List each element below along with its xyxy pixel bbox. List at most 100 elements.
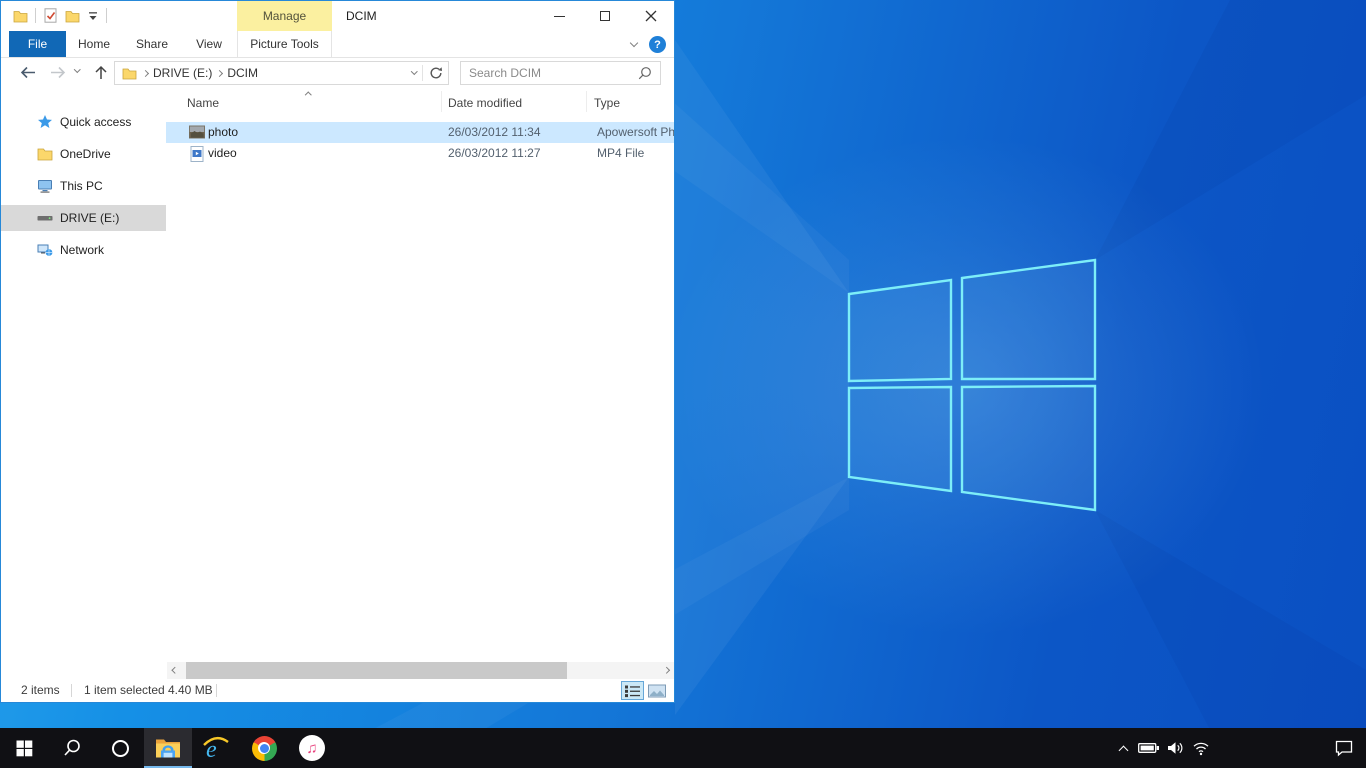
- close-icon: [645, 10, 657, 22]
- sidebar-item-label: Quick access: [60, 115, 131, 129]
- sidebar-item-label: DRIVE (E:): [60, 211, 119, 225]
- breadcrumb-drive[interactable]: DRIVE (E:): [148, 62, 217, 84]
- file-explorer-icon: [155, 738, 181, 759]
- sidebar-item-label: OneDrive: [60, 147, 111, 161]
- item-count: 2 items: [21, 679, 60, 702]
- tab-file[interactable]: File: [9, 31, 66, 57]
- drive-icon: [37, 210, 53, 226]
- chevron-right-icon: [663, 667, 669, 673]
- internet-explorer-icon: e: [202, 734, 230, 762]
- file-type: Apowersoft Pho: [597, 122, 674, 143]
- titlebar: Manage DCIM: [1, 1, 674, 31]
- volume-icon: [1167, 741, 1184, 755]
- minimize-icon: [554, 16, 565, 17]
- chrome-icon: [252, 736, 277, 761]
- column-header-date-modified[interactable]: Date modified: [448, 96, 522, 110]
- file-row-photo[interactable]: photo 26/03/2012 11:34 Apowersoft Pho: [166, 122, 674, 143]
- battery-icon: [1138, 741, 1160, 755]
- sidebar-item-network[interactable]: Network: [1, 237, 166, 263]
- sidebar-item-label: Network: [60, 243, 104, 257]
- cortana-button[interactable]: [96, 728, 144, 768]
- expand-ribbon-chevron-icon[interactable]: [630, 39, 638, 47]
- sidebar-item-onedrive[interactable]: OneDrive: [1, 141, 166, 167]
- internet-explorer-button[interactable]: e: [192, 728, 240, 768]
- large-icons-view-button[interactable]: [645, 681, 668, 700]
- contextual-tab-group-label[interactable]: Manage: [237, 1, 332, 31]
- sidebar-item-this-pc[interactable]: This PC: [1, 173, 166, 199]
- forward-icon[interactable]: [49, 65, 67, 80]
- scrollbar-thumb[interactable]: [186, 662, 567, 679]
- sort-ascending-icon: [305, 92, 311, 98]
- maximize-icon: [600, 11, 610, 21]
- sidebar-item-drive-e[interactable]: DRIVE (E:): [1, 205, 166, 231]
- divider: [71, 684, 72, 697]
- breadcrumb-folder[interactable]: DCIM: [222, 62, 263, 84]
- network-icon: [37, 242, 53, 258]
- search-icon[interactable]: [638, 66, 652, 80]
- window-title: DCIM: [346, 1, 377, 31]
- tab-view[interactable]: View: [182, 31, 236, 57]
- address-dropdown-chevron-icon[interactable]: [411, 68, 417, 74]
- search-box: [460, 61, 661, 85]
- window-controls: [536, 1, 674, 31]
- thumbnail-view-icon: [648, 684, 666, 698]
- maximize-button[interactable]: [582, 1, 628, 31]
- divider: [586, 91, 587, 112]
- tab-home[interactable]: Home: [66, 31, 122, 57]
- minimize-button[interactable]: [536, 1, 582, 31]
- navigation-bar: DRIVE (E:) DCIM: [1, 59, 674, 87]
- wifi-icon: [1192, 741, 1210, 756]
- tab-picture-tools[interactable]: Picture Tools: [237, 31, 332, 57]
- divider: [441, 91, 442, 112]
- system-tray: [1110, 728, 1366, 768]
- taskbar-search-button[interactable]: [48, 728, 96, 768]
- status-bar: 2 items 1 item selected 4.40 MB: [1, 679, 674, 702]
- show-hidden-icons-button[interactable]: [1110, 728, 1136, 768]
- back-icon[interactable]: [19, 65, 37, 80]
- details-view-button[interactable]: [621, 681, 644, 700]
- itunes-button[interactable]: ♫: [288, 728, 336, 768]
- ribbon-tab-row: File Home Share View Picture Tools ?: [1, 31, 674, 58]
- scroll-right-arrow[interactable]: [658, 662, 674, 679]
- start-button[interactable]: [0, 728, 48, 768]
- close-button[interactable]: [628, 1, 674, 31]
- network-status[interactable]: [1188, 728, 1214, 768]
- properties-icon[interactable]: [43, 8, 58, 23]
- cortana-circle-icon: [111, 739, 130, 758]
- chevron-left-icon: [172, 667, 178, 673]
- refresh-icon[interactable]: [429, 66, 443, 80]
- volume-control[interactable]: [1162, 728, 1188, 768]
- column-header-name[interactable]: Name: [187, 96, 219, 110]
- up-icon[interactable]: [93, 65, 109, 81]
- column-header-type[interactable]: Type: [594, 96, 620, 110]
- folder-icon[interactable]: [13, 9, 28, 23]
- file-type: MP4 File: [597, 143, 644, 164]
- divider: [106, 8, 107, 23]
- folder-icon: [122, 67, 137, 80]
- computer-icon: [37, 178, 53, 194]
- file-date-modified: 26/03/2012 11:34: [448, 122, 541, 143]
- scroll-left-arrow[interactable]: [167, 662, 183, 679]
- action-center-icon: [1334, 739, 1354, 757]
- taskbar-file-explorer-button[interactable]: [144, 728, 192, 768]
- column-headers: Name Date modified Type: [166, 87, 674, 115]
- action-center-button[interactable]: [1322, 728, 1366, 768]
- help-icon[interactable]: ?: [649, 36, 666, 53]
- recent-locations-chevron-icon[interactable]: [74, 66, 80, 72]
- sidebar-item-quick-access[interactable]: Quick access: [1, 109, 166, 135]
- file-row-video[interactable]: video 26/03/2012 11:27 MP4 File: [166, 143, 674, 164]
- new-folder-icon[interactable]: [65, 9, 80, 23]
- selection-summary: 1 item selected: [84, 679, 165, 702]
- chevron-up-icon: [1118, 745, 1128, 755]
- horizontal-scrollbar[interactable]: [167, 662, 674, 679]
- file-explorer-window: Manage DCIM File Home Share View Picture…: [0, 0, 675, 703]
- chrome-button[interactable]: [240, 728, 288, 768]
- quick-access-toolbar: [13, 8, 107, 23]
- address-bar[interactable]: DRIVE (E:) DCIM: [114, 61, 449, 85]
- customize-qat-chevron-icon[interactable]: [87, 10, 99, 22]
- music-note-glyph: ♫: [306, 740, 317, 757]
- tab-share[interactable]: Share: [122, 31, 182, 57]
- battery-status[interactable]: [1136, 728, 1162, 768]
- divider: [422, 65, 423, 81]
- search-input[interactable]: [461, 66, 638, 80]
